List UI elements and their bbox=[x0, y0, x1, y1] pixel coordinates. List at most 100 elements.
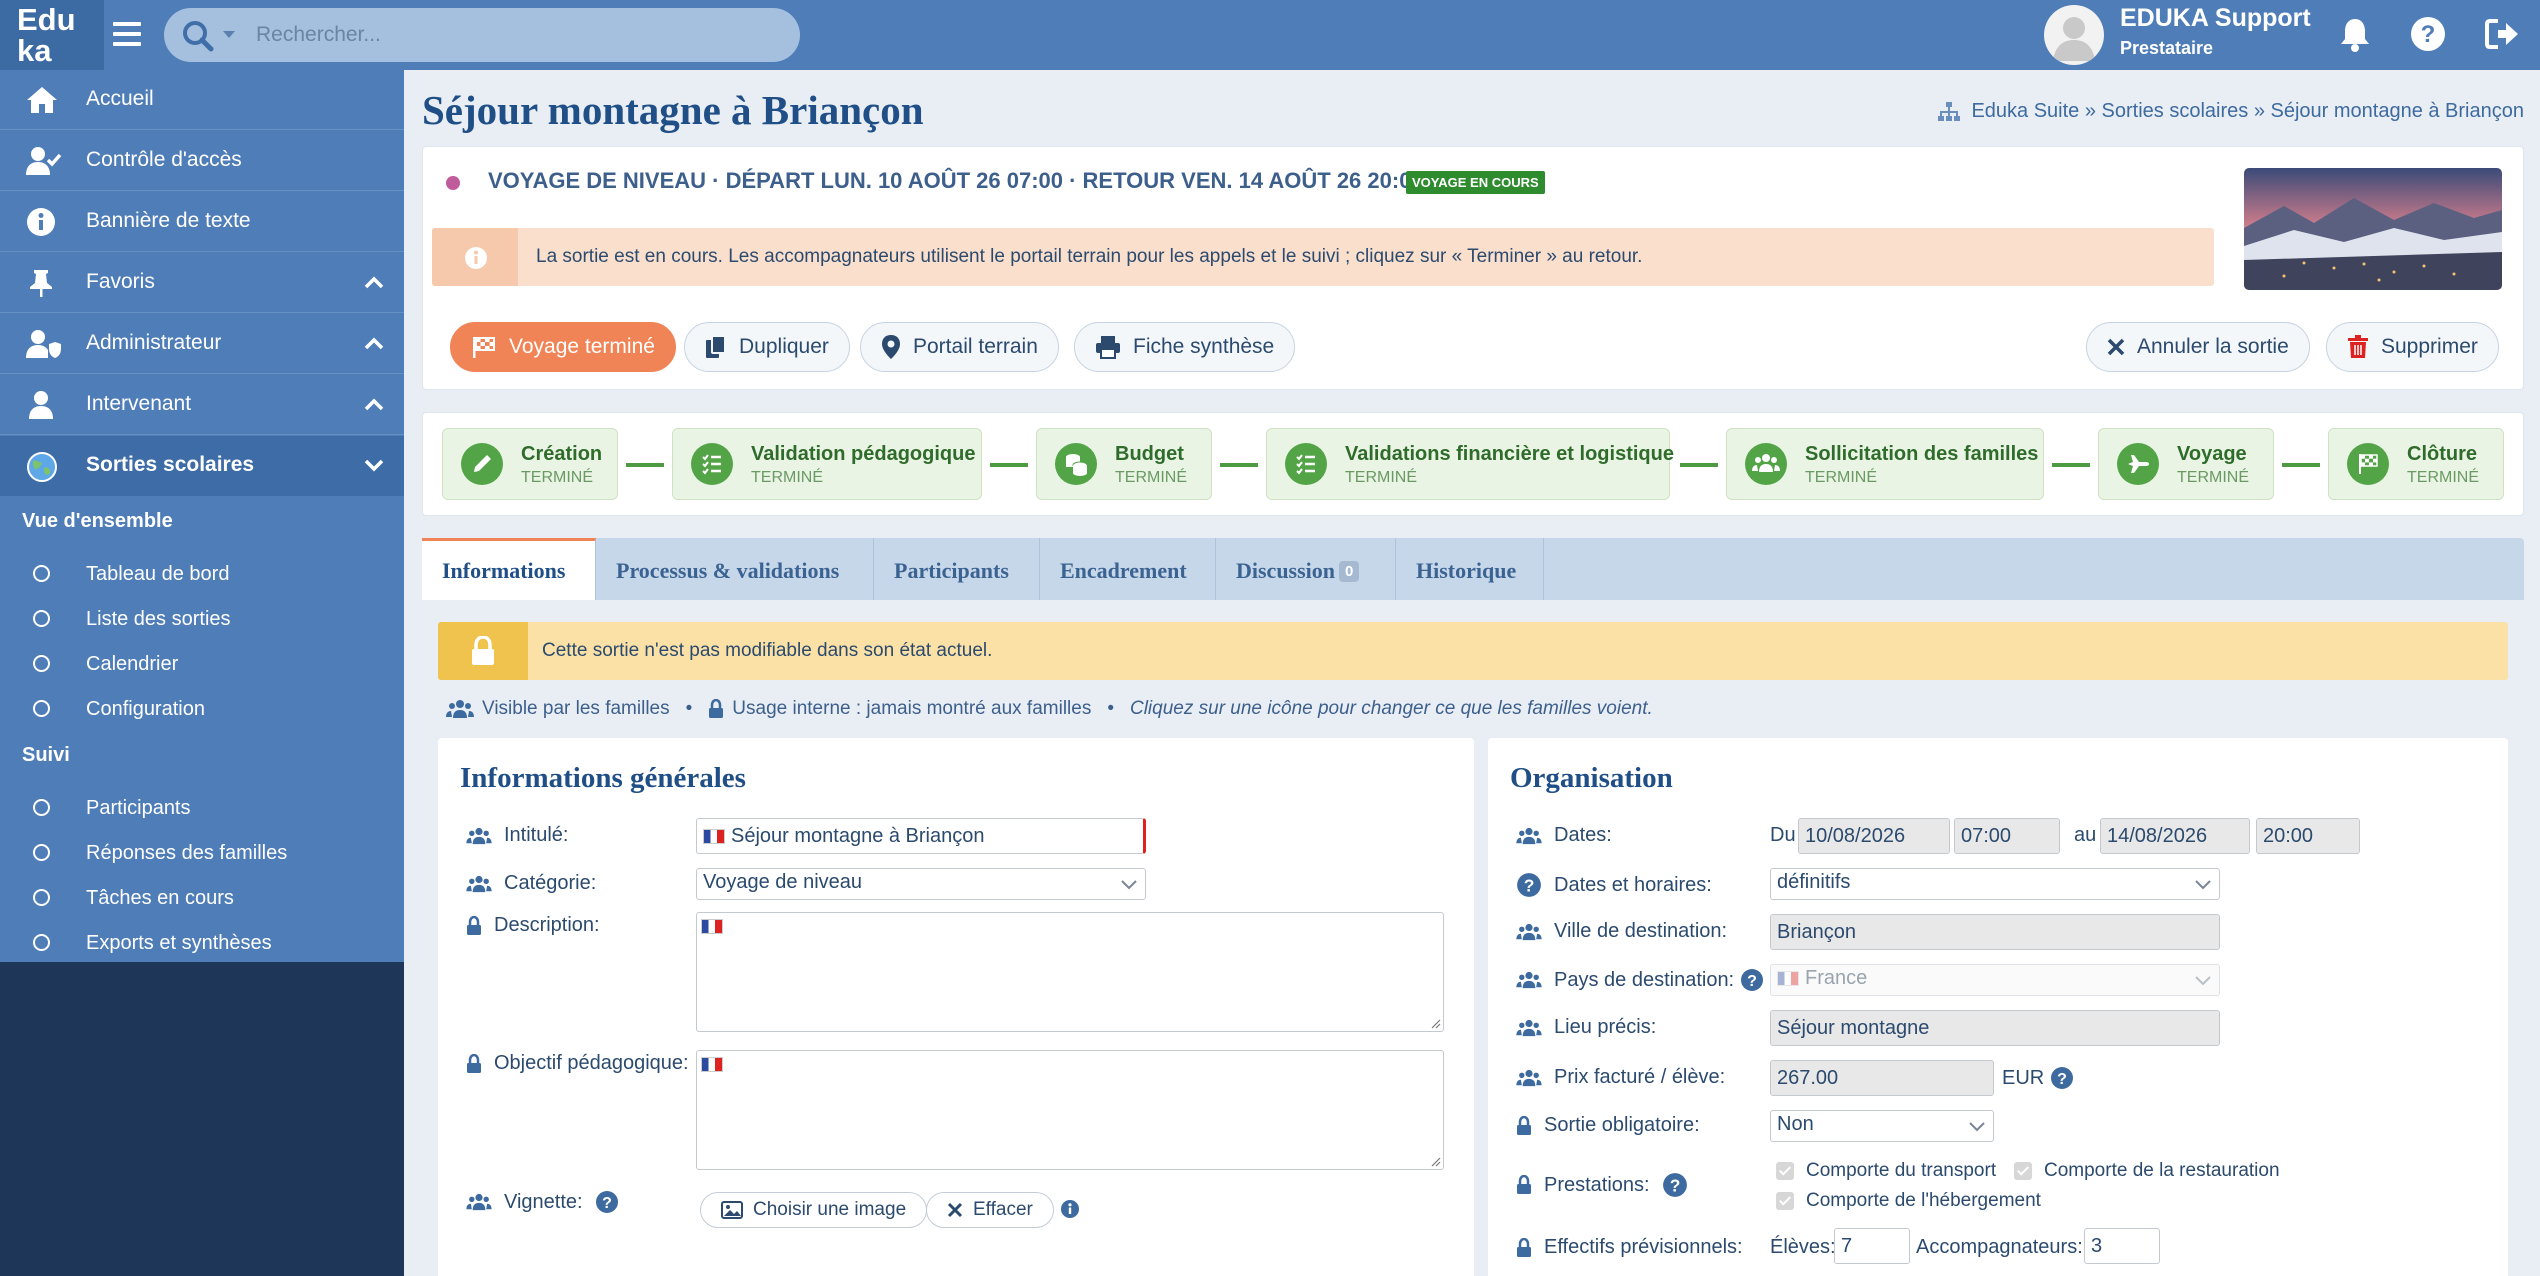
chevron-up-icon[interactable] bbox=[364, 336, 384, 350]
step-budget[interactable]: Budget TERMINÉ bbox=[1036, 428, 1212, 500]
sidebar-subitem-reponses-familles[interactable]: Réponses des familles bbox=[0, 831, 404, 875]
tab-encadrement[interactable]: Encadrement bbox=[1040, 538, 1216, 600]
sidebar-item-accueil[interactable]: Accueil bbox=[0, 70, 404, 130]
help-icon[interactable]: ? bbox=[2410, 16, 2446, 52]
help-icon[interactable]: ? bbox=[1662, 1172, 1688, 1198]
tasks-icon bbox=[691, 443, 733, 485]
tab-processus-validations[interactable]: Processus & validations bbox=[596, 538, 874, 600]
user-name[interactable]: EDUKA Support bbox=[2120, 4, 2311, 33]
sidebar-subitem-liste-sorties[interactable]: Liste des sorties bbox=[0, 597, 404, 641]
step-cloture[interactable]: Clôture TERMINÉ bbox=[2328, 428, 2504, 500]
users-icon[interactable] bbox=[1516, 923, 1542, 941]
chevron-up-icon[interactable] bbox=[364, 397, 384, 411]
users-icon[interactable] bbox=[466, 827, 492, 845]
checkbox-checked-icon[interactable] bbox=[1776, 1192, 1794, 1210]
dupliquer-button[interactable]: Dupliquer bbox=[684, 322, 850, 372]
users-icon[interactable] bbox=[1516, 827, 1542, 845]
chevron-down-icon[interactable] bbox=[364, 458, 384, 472]
help-icon[interactable]: ? bbox=[595, 1190, 619, 1214]
lieu-label: Lieu précis: bbox=[1516, 1016, 1656, 1039]
tab-historique[interactable]: Historique bbox=[1396, 538, 1544, 600]
sidebar-subitem-taches[interactable]: Tâches en cours bbox=[0, 876, 404, 920]
checkbox-checked-icon[interactable] bbox=[1776, 1162, 1794, 1180]
users-icon[interactable] bbox=[1516, 1019, 1542, 1037]
search-input[interactable] bbox=[256, 20, 776, 50]
annuler-sortie-button[interactable]: Annuler la sortie bbox=[2086, 322, 2310, 372]
step-validation-pedagogique[interactable]: Validation pédagogique TERMINÉ bbox=[672, 428, 982, 500]
date-start-input[interactable]: 10/08/2026 bbox=[1798, 818, 1950, 854]
lock-icon[interactable] bbox=[466, 915, 482, 936]
help-icon[interactable]: ? bbox=[1516, 872, 1542, 898]
flag-fr-icon bbox=[1777, 970, 1799, 986]
ville-input[interactable]: Briançon bbox=[1770, 914, 2220, 950]
chevron-down-icon[interactable] bbox=[222, 30, 236, 40]
users-icon[interactable] bbox=[1516, 1069, 1542, 1087]
sidebar-item-sorties-scolaires[interactable]: Sorties scolaires bbox=[0, 436, 404, 496]
fiche-synthese-button[interactable]: Fiche synthèse bbox=[1074, 322, 1296, 372]
logout-icon[interactable] bbox=[2484, 16, 2520, 52]
obligatoire-select[interactable]: Non bbox=[1770, 1110, 1994, 1142]
resize-handle-icon[interactable] bbox=[1429, 1017, 1441, 1029]
step-voyage[interactable]: Voyage TERMINÉ bbox=[2098, 428, 2274, 500]
sidebar-item-favoris[interactable]: Favoris bbox=[0, 253, 404, 313]
lock-icon[interactable] bbox=[466, 1053, 482, 1074]
circle-icon bbox=[33, 565, 50, 582]
description-textarea[interactable] bbox=[696, 912, 1444, 1032]
sidebar-item-intervenant[interactable]: Intervenant bbox=[0, 375, 404, 435]
tab-discussion[interactable]: Discussion 0 bbox=[1216, 538, 1396, 600]
sidebar-subitem-tableau-de-bord[interactable]: Tableau de bord bbox=[0, 552, 404, 596]
menu-icon[interactable] bbox=[110, 17, 144, 51]
breadcrumb[interactable]: Eduka Suite » Sorties scolaires » Séjour… bbox=[1937, 100, 2524, 123]
date-end-input[interactable]: 14/08/2026 bbox=[2100, 818, 2250, 854]
categorie-select[interactable]: Voyage de niveau bbox=[696, 868, 1146, 900]
lock-icon[interactable] bbox=[1516, 1175, 1532, 1195]
sidebar-item-administrateur[interactable]: Administrateur bbox=[0, 314, 404, 374]
sidebar-item-banniere[interactable]: Bannière de texte bbox=[0, 192, 404, 252]
help-icon[interactable]: ? bbox=[1740, 968, 1764, 992]
pays-select[interactable]: France bbox=[1770, 964, 2220, 996]
users-icon[interactable] bbox=[466, 875, 492, 893]
sidebar-subitem-configuration[interactable]: Configuration bbox=[0, 687, 404, 731]
time-end-input[interactable]: 20:00 bbox=[2256, 818, 2360, 854]
time-start-input[interactable]: 07:00 bbox=[1954, 818, 2060, 854]
prix-input[interactable]: 267.00 bbox=[1770, 1060, 1994, 1096]
checkbox-checked-icon[interactable] bbox=[2014, 1162, 2032, 1180]
tab-participants[interactable]: Participants bbox=[874, 538, 1040, 600]
du-label: Du bbox=[1770, 824, 1796, 846]
chevron-up-icon[interactable] bbox=[364, 275, 384, 289]
resize-handle-icon[interactable] bbox=[1429, 1155, 1441, 1167]
trip-thumbnail[interactable] bbox=[2244, 168, 2502, 290]
supprimer-button[interactable]: Supprimer bbox=[2326, 322, 2499, 372]
users-icon[interactable] bbox=[1516, 971, 1542, 989]
users-icon[interactable] bbox=[466, 1193, 492, 1211]
lock-icon[interactable] bbox=[1516, 1237, 1532, 1258]
step-validations-financiere-logistique[interactable]: Validations financière et logistique TERM… bbox=[1266, 428, 1674, 500]
accomp-input[interactable]: 3 bbox=[2084, 1228, 2160, 1264]
hebergement-checkbox[interactable]: Comporte de l'hébergement bbox=[1776, 1190, 2041, 1212]
search-box[interactable] bbox=[164, 8, 800, 62]
intitule-input[interactable]: Séjour montagne à Briançon bbox=[696, 818, 1146, 854]
choisir-image-button[interactable]: Choisir une image bbox=[700, 1192, 928, 1228]
help-icon[interactable]: ? bbox=[2050, 1066, 2074, 1090]
lieu-input[interactable]: Séjour montagne bbox=[1770, 1010, 2220, 1046]
info-icon[interactable] bbox=[1060, 1199, 1080, 1219]
sidebar-subitem-calendrier[interactable]: Calendrier bbox=[0, 642, 404, 686]
avatar[interactable] bbox=[2044, 5, 2104, 65]
sidebar-subitem-participants[interactable]: Participants bbox=[0, 786, 404, 830]
step-sollicitation-familles[interactable]: Sollicitation des familles TERMINÉ bbox=[1726, 428, 2044, 500]
effacer-button[interactable]: Effacer bbox=[926, 1192, 1054, 1228]
lock-icon[interactable] bbox=[1516, 1115, 1532, 1136]
restauration-checkbox[interactable]: Comporte de la restauration bbox=[2014, 1160, 2280, 1182]
logo[interactable]: Edu ka bbox=[0, 0, 104, 70]
eleves-input[interactable]: 7 bbox=[1834, 1228, 1910, 1264]
tab-informations[interactable]: Informations bbox=[422, 538, 596, 600]
sidebar-subitem-exports[interactable]: Exports et synthèses bbox=[0, 921, 404, 965]
sidebar-item-controle-acces[interactable]: Contrôle d'accès bbox=[0, 131, 404, 191]
step-creation[interactable]: Création TERMINÉ bbox=[442, 428, 618, 500]
horaires-select[interactable]: définitifs bbox=[1770, 868, 2220, 900]
voyage-termine-button[interactable]: Voyage terminé bbox=[450, 322, 676, 372]
bell-icon[interactable] bbox=[2338, 16, 2372, 52]
objectif-textarea[interactable] bbox=[696, 1050, 1444, 1170]
portail-terrain-button[interactable]: Portail terrain bbox=[860, 322, 1059, 372]
transport-checkbox[interactable]: Comporte du transport bbox=[1776, 1160, 1996, 1182]
